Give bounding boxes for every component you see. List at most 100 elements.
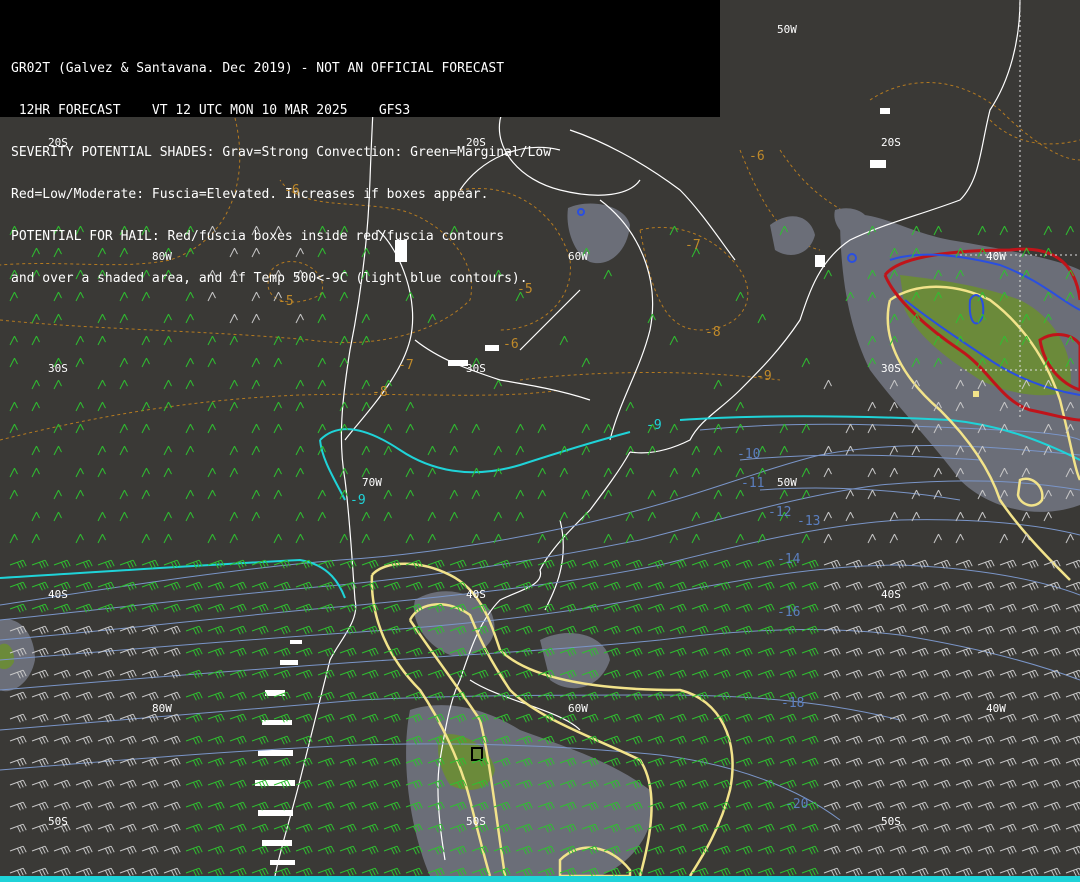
- wind-barb-staff: [669, 533, 675, 544]
- wind-barb-flag: [66, 669, 71, 677]
- wind-barb-flag: [588, 562, 593, 569]
- wind-barb-flag: [308, 669, 313, 677]
- wind-barb-flag: [830, 848, 835, 855]
- wind-barb-staff: [757, 511, 763, 522]
- wind-barb-flag: [456, 672, 461, 679]
- wind-barb-flag: [1009, 737, 1014, 744]
- wind-barb-flag: [236, 716, 241, 723]
- wind-barb-flag: [806, 467, 810, 475]
- wind-barb-flag: [1006, 628, 1011, 635]
- wind-barb-flag: [412, 672, 417, 679]
- wind-barb-flag: [154, 581, 159, 589]
- wind-barb-flag: [214, 760, 219, 767]
- wind-barb-staff: [867, 489, 873, 500]
- wind-barb-flag: [544, 628, 549, 635]
- wind-barb-staff: [97, 379, 103, 390]
- wind-barb-flag: [176, 779, 181, 787]
- wind-barb-flag: [256, 357, 260, 365]
- wind-barb-flag: [792, 823, 797, 831]
- wind-barb-flag: [855, 803, 860, 810]
- wind-barb-flag: [506, 669, 511, 677]
- wind-barb-flag: [924, 757, 929, 765]
- wind-barb-flag: [808, 606, 813, 613]
- wind-barb-flag: [720, 562, 725, 569]
- wind-barb-flag: [242, 713, 247, 721]
- wind-barb-flag: [60, 716, 65, 723]
- wind-barb-flag: [107, 781, 112, 788]
- wind-barb-flag: [852, 716, 857, 723]
- wind-barb-flag: [500, 562, 505, 569]
- wind-barb-flag: [102, 313, 106, 321]
- wind-barb-flag: [522, 606, 527, 613]
- wind-barb-flag: [918, 584, 923, 591]
- lon-label-40w: 40W: [986, 250, 1006, 263]
- wind-barb-flag: [305, 693, 310, 700]
- wind-barb-flag: [102, 335, 106, 343]
- wind-barb-flag: [242, 647, 247, 655]
- wind-barb-flag: [946, 823, 951, 831]
- wind-barb-staff: [977, 511, 983, 522]
- wind-barb-flag: [968, 801, 973, 809]
- wind-barb-flag: [322, 423, 326, 431]
- wind-barb-flag: [264, 823, 269, 831]
- wind-barb-flag: [770, 735, 775, 743]
- wind-barb-flag: [302, 584, 307, 591]
- wind-barb-flag: [170, 716, 175, 723]
- wind-barb-flag: [374, 691, 379, 699]
- wind-barb-flag: [44, 735, 49, 743]
- wind-barb-flag: [1034, 845, 1039, 853]
- lat-label-20s: 20S: [466, 136, 486, 149]
- wind-barb-flag: [38, 782, 43, 789]
- wind-barb-flag: [278, 335, 282, 343]
- wind-barb-flag: [902, 669, 907, 677]
- wind-barb-flag: [432, 313, 436, 321]
- wind-barb-flag: [1034, 779, 1039, 787]
- wind-barb-flag: [1028, 848, 1033, 855]
- wind-barb-flag: [85, 737, 90, 744]
- wind-barb-flag: [764, 562, 769, 569]
- wind-barb-flag: [770, 559, 775, 567]
- wind-barb-flag: [588, 628, 593, 635]
- wind-barb-flag: [58, 511, 62, 519]
- wind-barb-flag: [1056, 691, 1061, 699]
- wind-barb-flag: [220, 713, 225, 721]
- wind-barb-flag: [1012, 559, 1017, 567]
- wind-barb-flag: [41, 759, 46, 766]
- wind-barb-flag: [792, 581, 797, 589]
- wind-barb-staff: [207, 533, 213, 544]
- wind-barb-flag: [630, 533, 634, 541]
- wind-barb-flag: [124, 379, 128, 387]
- wind-barb-flag: [566, 562, 571, 569]
- wind-barb-flag: [126, 826, 131, 833]
- wind-barb-flag: [943, 825, 948, 832]
- wind-barb-flag: [1072, 804, 1077, 811]
- wind-barb-flag: [305, 671, 310, 678]
- wind-barb-flag: [965, 649, 970, 656]
- wind-barb-flag: [613, 561, 618, 568]
- wind-barb-flag: [396, 603, 401, 611]
- wind-barb-staff: [933, 467, 939, 478]
- wind-barb-flag: [679, 825, 684, 832]
- wind-barb-flag: [327, 649, 332, 656]
- wind-barb-flag: [855, 737, 860, 744]
- wind-barb-flag: [1009, 671, 1014, 678]
- wind-barb-flag: [261, 737, 266, 744]
- lat-label-40s: 40S: [466, 588, 486, 601]
- wind-barb-flag: [305, 759, 310, 766]
- wind-barb-staff: [207, 467, 213, 478]
- wind-barb-flag: [129, 869, 134, 876]
- wind-barb-flag: [742, 804, 747, 811]
- wind-barb-staff: [625, 445, 631, 456]
- wind-barb-flag: [921, 847, 926, 854]
- wind-barb-flag: [41, 715, 46, 722]
- wind-barb-flag: [104, 848, 109, 855]
- wind-barb-flag: [330, 757, 335, 765]
- wind-barb-flag: [236, 672, 241, 679]
- wind-barb-flag: [918, 562, 923, 569]
- wind-barb-flag: [1056, 625, 1061, 633]
- wind-barb-flag: [726, 603, 731, 611]
- wind-barb-staff: [251, 423, 257, 434]
- wind-barb-flag: [349, 605, 354, 612]
- wind-barb-flag: [591, 715, 596, 722]
- wind-barb-flag: [154, 867, 159, 875]
